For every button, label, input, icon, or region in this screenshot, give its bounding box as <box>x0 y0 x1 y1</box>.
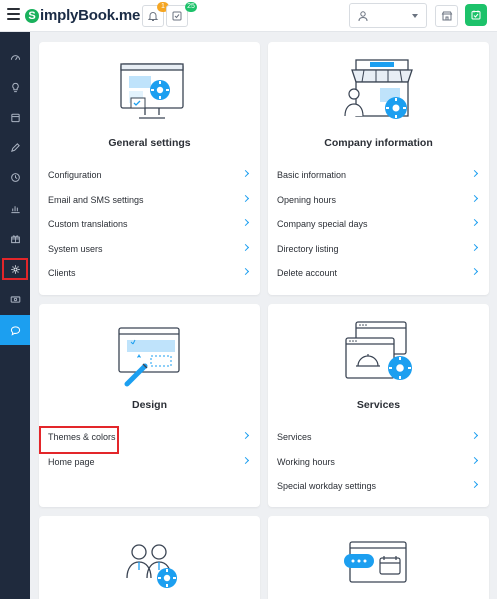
design-canvas-illustration <box>118 327 180 387</box>
link-label: Email and SMS settings <box>48 195 144 205</box>
link-working-hours[interactable]: Working hours <box>277 453 479 471</box>
sidebar-item-chat[interactable] <box>0 315 30 345</box>
storefront-illustration <box>344 59 413 119</box>
gift-icon <box>10 234 20 243</box>
card-title-general-settings: General settings <box>108 137 191 149</box>
task-list-icon <box>172 11 182 21</box>
calendar-icon <box>10 113 20 122</box>
chevron-right-icon <box>470 480 479 489</box>
money-icon <box>10 295 20 303</box>
chevron-right-icon <box>470 218 479 227</box>
chevron-right-icon <box>241 169 250 178</box>
link-special-workday-settings[interactable]: Special workday settings <box>277 477 479 495</box>
sidebar-item-gifts[interactable] <box>0 226 30 250</box>
chevron-right-icon <box>241 267 250 276</box>
link-label: Custom translations <box>48 219 128 229</box>
link-label: Configuration <box>48 170 102 180</box>
card-general-settings: General settings Configuration Email and… <box>39 42 260 295</box>
chevron-right-icon <box>241 456 250 465</box>
link-directory-listing[interactable]: Directory listing <box>277 240 479 258</box>
link-email-sms-settings[interactable]: Email and SMS settings <box>48 191 250 209</box>
link-services[interactable]: Services <box>277 428 479 446</box>
chevron-right-icon <box>470 431 479 440</box>
link-label: Services <box>277 432 312 442</box>
notifications-button[interactable]: 1 <box>142 2 169 27</box>
chevron-right-icon <box>241 431 250 440</box>
pencil-icon <box>10 142 20 152</box>
sidebar-item-reports[interactable] <box>0 196 30 220</box>
chat-icon <box>10 325 20 336</box>
storefront-button[interactable] <box>435 5 458 27</box>
sidebar-item-history[interactable] <box>0 165 30 189</box>
dashboard-icon <box>10 54 20 60</box>
link-label: Basic information <box>277 170 347 180</box>
top-header: SimplyBook.me 1 25 <box>0 0 497 32</box>
sidebar-item-edit[interactable] <box>0 135 30 159</box>
card-title-design: Design <box>131 399 167 411</box>
chevron-right-icon <box>241 194 250 203</box>
link-custom-translations[interactable]: Custom translations <box>48 215 250 233</box>
tasks-button[interactable]: 25 <box>166 2 197 27</box>
card-booking-partial <box>268 516 489 599</box>
card-users-partial <box>39 516 260 599</box>
calendar-check-icon <box>471 10 481 20</box>
link-home-page[interactable]: Home page <box>48 453 250 471</box>
link-company-special-days[interactable]: Company special days <box>277 215 479 233</box>
chevron-right-icon <box>470 267 479 276</box>
hamburger-menu-icon[interactable] <box>7 8 20 20</box>
link-opening-hours[interactable]: Opening hours <box>277 191 479 209</box>
sidebar-item-ideas[interactable] <box>0 75 30 99</box>
themes-colors-highlight <box>39 426 119 454</box>
user-menu-dropdown[interactable] <box>349 3 427 28</box>
link-basic-information[interactable]: Basic information <box>277 166 479 184</box>
monitor-settings-illustration <box>120 63 184 119</box>
simplybook-logo[interactable]: SimplyBook.me <box>25 7 140 24</box>
left-sidebar <box>0 32 30 599</box>
link-system-users[interactable]: System users <box>48 240 250 258</box>
user-name-placeholder <box>372 11 396 19</box>
link-label: Special workday settings <box>277 481 377 491</box>
bell-icon <box>147 12 159 21</box>
sidebar-item-payments[interactable] <box>0 287 30 311</box>
chevron-right-icon <box>241 218 250 227</box>
card-services: Services Services Working hours Special … <box>268 304 489 507</box>
link-configuration[interactable]: Configuration <box>48 166 250 184</box>
chevron-right-icon <box>470 456 479 465</box>
store-icon <box>441 11 452 21</box>
logo-initial: S <box>25 9 39 23</box>
link-label: Delete account <box>277 268 338 278</box>
booking-chat-illustration <box>344 541 407 583</box>
sidebar-item-calendar[interactable] <box>0 105 30 129</box>
chevron-right-icon <box>470 194 479 203</box>
link-label: Clients <box>48 268 76 278</box>
team-users-illustration <box>126 544 177 588</box>
link-label: Working hours <box>277 457 335 467</box>
chevron-right-icon <box>241 243 250 252</box>
link-label: System users <box>48 244 103 254</box>
lightbulb-icon <box>11 82 19 92</box>
card-title-company-information: Company information <box>324 137 433 149</box>
clock-icon <box>10 172 20 182</box>
services-window-illustration <box>345 321 412 380</box>
link-label: Company special days <box>277 219 368 229</box>
user-icon <box>358 11 368 22</box>
reports-chart-icon <box>10 205 20 213</box>
chevron-down-icon <box>412 14 418 18</box>
sidebar-item-settings[interactable] <box>0 256 30 282</box>
chevron-right-icon <box>470 243 479 252</box>
add-booking-button[interactable] <box>465 4 487 26</box>
sidebar-item-dashboard[interactable] <box>0 45 30 69</box>
logo-text: implyBook.me <box>40 7 141 24</box>
link-delete-account[interactable]: Delete account <box>277 264 479 282</box>
link-label: Opening hours <box>277 195 337 205</box>
link-label: Home page <box>48 457 95 467</box>
settings-gear-icon <box>10 264 20 274</box>
card-design: Design Themes & colors Home page <box>39 304 260 507</box>
chevron-right-icon <box>470 169 479 178</box>
tasks-badge: 25 <box>185 2 197 12</box>
card-title-services: Services <box>356 399 401 411</box>
link-clients[interactable]: Clients <box>48 264 250 282</box>
link-label: Directory listing <box>277 244 339 254</box>
card-company-information: Company information Basic information Op… <box>268 42 489 295</box>
